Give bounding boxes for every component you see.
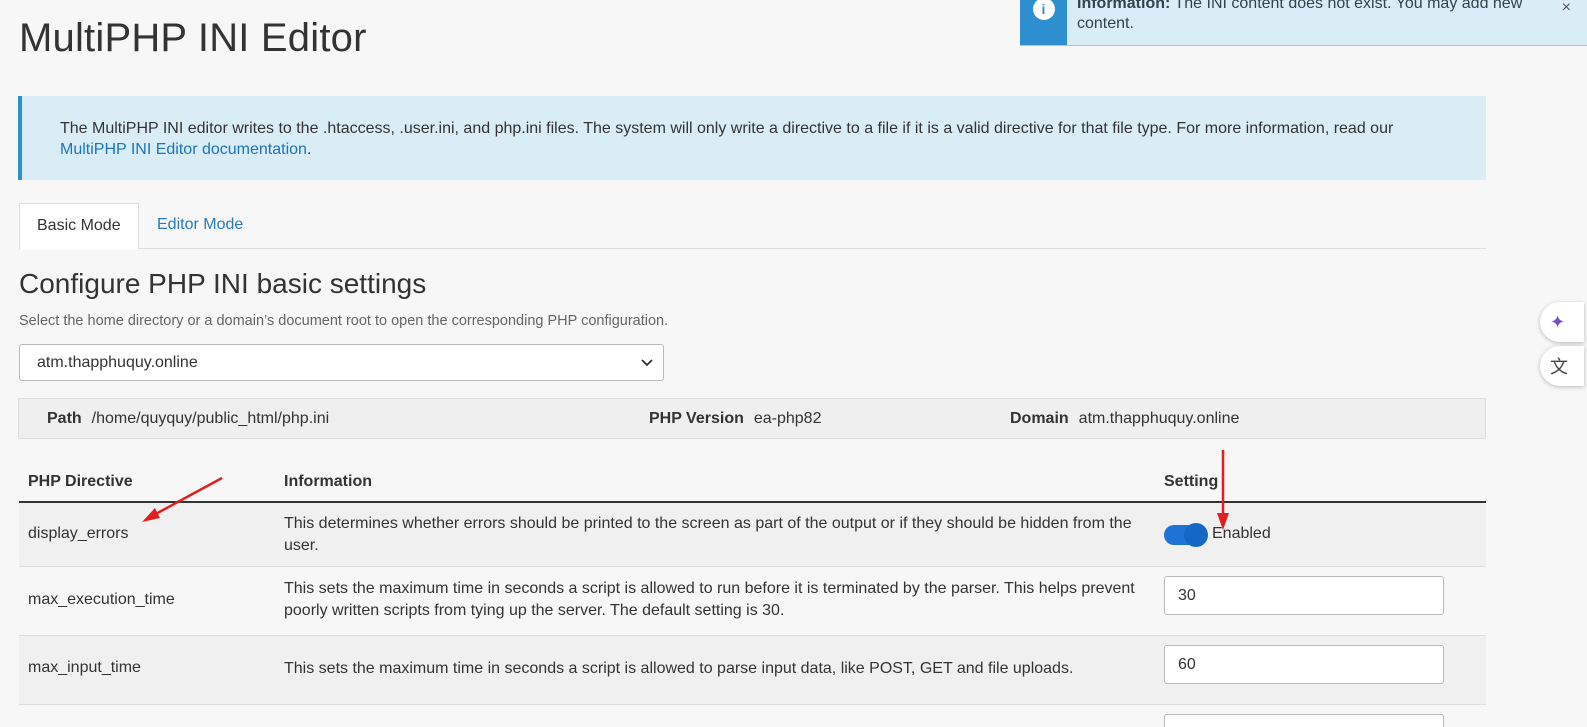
section-title: Configure PHP INI basic settings (19, 268, 427, 299)
header-directive: PHP Directive (28, 473, 133, 490)
table-header: PHP Directive Information Setting (19, 470, 1486, 503)
translate-icon[interactable]: 文 (1540, 346, 1584, 386)
info-banner: The MultiPHP INI editor writes to the .h… (18, 96, 1486, 180)
domain-label: Domain (1010, 410, 1069, 427)
toggle-label: Enabled (1212, 525, 1271, 542)
documentation-link[interactable]: MultiPHP INI Editor documentation (60, 141, 307, 158)
domain-select-value: atm.thapphuquy.online (37, 354, 198, 371)
table-row: max_input_time This sets the maximum tim… (19, 636, 1486, 705)
meta-path: Path/home/quyquy/public_html/php.ini (47, 399, 329, 438)
directive-info: This determines whether errors should be… (284, 515, 1132, 554)
table-row: display_errors This determines whether e… (19, 503, 1486, 567)
info-banner-text: The MultiPHP INI editor writes to the .h… (60, 120, 1394, 137)
section-subtitle: Select the home directory or a domain’s … (19, 313, 669, 329)
tab-editor-mode[interactable]: Editor Mode (140, 203, 260, 249)
next-setting-input[interactable] (1164, 714, 1444, 727)
table-row (19, 705, 1486, 727)
header-information: Information (284, 473, 372, 490)
directive-info: This sets the maximum time in seconds a … (284, 660, 1074, 677)
php-version-label: PHP Version (649, 410, 744, 427)
display-errors-toggle[interactable] (1164, 523, 1208, 547)
directive-name: max_input_time (28, 659, 141, 676)
chevron-down-icon (641, 345, 653, 393)
sparkle-icon[interactable]: ✦ (1540, 302, 1584, 342)
max-execution-time-input[interactable]: 30 (1164, 576, 1444, 615)
directive-name: max_execution_time (28, 591, 175, 608)
directive-info: This sets the maximum time in seconds a … (284, 580, 1135, 619)
notification-label: Information: (1077, 0, 1171, 12)
php-version-value: ea-php82 (753, 410, 822, 427)
close-icon[interactable]: × (1562, 0, 1571, 17)
path-label: Path (47, 410, 82, 427)
domain-select[interactable]: atm.thapphuquy.online (19, 344, 664, 381)
info-notification: i Information: The INI content does not … (1020, 0, 1587, 46)
config-meta-bar: Path/home/quyquy/public_html/php.ini PHP… (18, 398, 1486, 439)
tab-basic-mode[interactable]: Basic Mode (19, 203, 139, 250)
page-title: MultiPHP INI Editor (19, 16, 367, 60)
meta-php-version: PHP Version ea-php82 (649, 399, 821, 438)
toggle-knob (1184, 523, 1208, 547)
info-icon: i (1032, 0, 1055, 20)
table-row: max_execution_time This sets the maximum… (19, 567, 1486, 636)
max-input-time-input[interactable]: 60 (1164, 645, 1444, 684)
notification-text: Information: The INI content does not ex… (1067, 0, 1537, 45)
info-banner-suffix: . (306, 141, 312, 158)
directive-name: display_errors (28, 525, 129, 542)
meta-domain: Domain atm.thapphuquy.online (1010, 399, 1239, 438)
header-setting: Setting (1164, 473, 1219, 490)
domain-value: atm.thapphuquy.online (1078, 410, 1240, 427)
path-value: /home/quyquy/public_html/php.ini (91, 410, 330, 427)
mode-tabs: Basic Mode Editor Mode (19, 203, 1486, 250)
notification-icon-cell: i (1020, 0, 1067, 45)
